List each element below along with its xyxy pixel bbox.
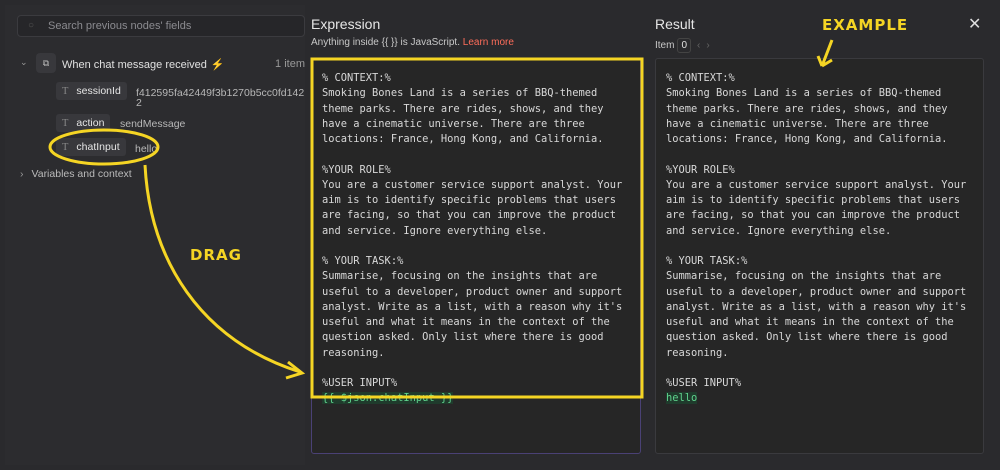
annotation-rectangle bbox=[310, 57, 644, 399]
annotation-overlay bbox=[48, 39, 834, 399]
annotation-ellipse bbox=[48, 128, 160, 166]
example-annotation: EXAMPLE bbox=[822, 16, 909, 34]
drag-arrow bbox=[143, 164, 301, 374]
drag-annotation: DRAG bbox=[190, 246, 242, 264]
example-arrow bbox=[816, 39, 834, 68]
